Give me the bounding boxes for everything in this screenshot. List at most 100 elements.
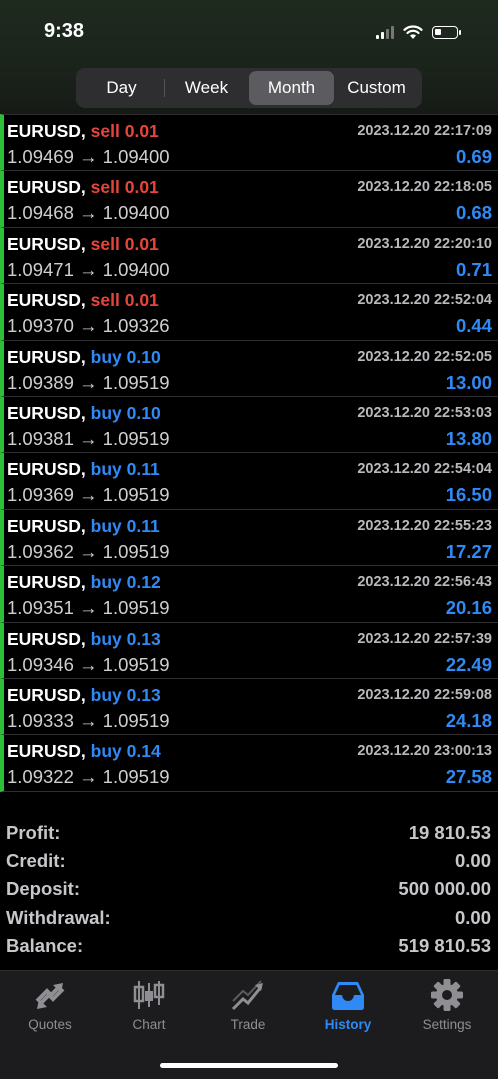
status-icons	[376, 22, 461, 42]
deal-profit: 0.71	[455, 258, 492, 280]
deal-symbol-line: EURUSD, buy 0.12	[7, 572, 161, 593]
deal-prices: 1.09471 → 1.09400	[7, 258, 170, 280]
deal-profit: 0.68	[455, 202, 492, 224]
deal-row[interactable]: EURUSD, sell 0.01 2023.12.20 22:18:05 1.09…	[0, 171, 498, 228]
tab-quotes-label: Quotes	[28, 1017, 72, 1032]
deal-volume: 0.12	[126, 572, 161, 593]
summary-deposit-value: 500 000.00	[398, 878, 491, 900]
deal-profit: 13.00	[445, 371, 492, 393]
deal-direction: sell	[90, 290, 120, 311]
deal-profit: 13.80	[445, 427, 492, 449]
period-tab-week[interactable]: Week	[164, 71, 249, 105]
deal-prices: 1.09333 → 1.09519	[7, 709, 170, 731]
tab-chart-label: Chart	[132, 1017, 166, 1032]
tab-trade-label: Trade	[230, 1017, 266, 1032]
summary-credit-value: 0.00	[454, 850, 491, 872]
summary-withdrawal-value: 0.00	[454, 906, 491, 928]
deal-time: 2023.12.20 22:55:23	[357, 517, 492, 534]
trade-icon	[231, 980, 263, 1011]
deal-direction: sell	[90, 177, 120, 198]
deal-row[interactable]: EURUSD, buy 0.13 2023.12.20 22:57:39 1.093…	[0, 622, 498, 679]
deal-profit: 20.16	[445, 597, 492, 619]
deal-row[interactable]: EURUSD, sell 0.01 2023.12.20 22:17:09 1.09…	[0, 115, 498, 172]
deal-volume: 0.01	[124, 290, 159, 311]
deal-direction: buy	[90, 346, 122, 367]
summary-credit-row: Credit: 0.00	[0, 846, 498, 874]
deal-volume: 0.13	[126, 628, 161, 649]
deal-symbol-line: EURUSD, buy 0.13	[7, 629, 161, 650]
deal-row[interactable]: EURUSD, buy 0.11 2023.12.20 22:55:23 1.093…	[0, 509, 498, 567]
deal-row[interactable]: EURUSD, buy 0.14 2023.12.20 23:00:13 1.093…	[0, 735, 498, 792]
deal-profit: 17.27	[445, 540, 492, 562]
summary-profit-row: Profit: 19 810.53	[0, 818, 498, 846]
deal-symbol: EURUSD,	[7, 346, 86, 367]
quotes-icon	[35, 983, 65, 1009]
deal-prices: 1.09381 → 1.09519	[7, 427, 170, 449]
deal-symbol: EURUSD,	[7, 684, 86, 705]
deal-row[interactable]: EURUSD, buy 0.10 2023.12.20 22:53:03 1.093…	[0, 396, 498, 454]
chart-icon	[133, 981, 165, 1009]
deal-time: 2023.12.20 22:18:05	[357, 179, 492, 196]
deal-prices: 1.09389 → 1.09519	[7, 371, 170, 393]
deal-row[interactable]: EURUSD, buy 0.10 2023.12.20 22:52:05 1.093…	[0, 340, 498, 397]
deal-symbol: EURUSD,	[7, 290, 86, 311]
deal-row[interactable]: EURUSD, buy 0.12 2023.12.20 22:56:43 1.093…	[0, 566, 498, 623]
history-icon	[332, 982, 364, 1010]
deal-time: 2023.12.20 22:17:09	[357, 123, 492, 139]
period-tab-day[interactable]: Day	[79, 71, 164, 105]
tab-history[interactable]: History	[298, 979, 398, 1041]
summary-panel: Profit: 19 810.53 Credit: 0.00 Deposit: …	[0, 818, 498, 970]
deal-symbol: EURUSD,	[7, 233, 86, 254]
period-tab-custom[interactable]: Custom	[334, 71, 419, 105]
deal-direction: buy	[90, 684, 122, 705]
deal-profit: 22.49	[445, 653, 492, 675]
summary-credit-label: Credit:	[6, 850, 66, 872]
deal-row[interactable]: EURUSD, buy 0.11 2023.12.20 22:54:04 1.093…	[0, 453, 498, 510]
deal-symbol: EURUSD,	[7, 572, 86, 593]
tab-settings-label: Settings	[422, 1017, 472, 1032]
deal-volume: 0.11	[126, 515, 160, 536]
deal-profit: 24.18	[445, 709, 492, 731]
deal-direction: sell	[90, 233, 120, 254]
summary-withdrawal-row: Withdrawal: 0.00	[0, 903, 498, 931]
deal-volume: 0.11	[126, 459, 160, 480]
deal-symbol-line: EURUSD, buy 0.11	[7, 459, 160, 480]
summary-profit-value: 19 810.53	[408, 822, 491, 843]
deal-profit: 0.69	[455, 146, 492, 167]
deal-prices: 1.09346 → 1.09519	[7, 653, 170, 675]
deal-direction: sell	[90, 121, 120, 141]
tab-quotes[interactable]: Quotes	[0, 979, 100, 1041]
tab-trade[interactable]: Trade	[198, 979, 298, 1041]
deal-symbol-line: EURUSD, buy 0.10	[7, 403, 161, 424]
deal-volume: 0.10	[126, 346, 161, 367]
period-tab-month[interactable]: Month	[249, 71, 334, 105]
tab-history-label: History	[324, 1017, 372, 1032]
deal-row[interactable]: EURUSD, buy 0.13 2023.12.20 22:59:08 1.093…	[0, 678, 498, 736]
deal-time: 2023.12.20 22:53:03	[357, 404, 492, 421]
deal-volume: 0.14	[126, 741, 161, 762]
wifi-icon	[403, 24, 423, 39]
deals-list[interactable]: 1.09488 → 1.094000.88EURUSD, sell 0.0120…	[0, 114, 498, 818]
deal-volume: 0.10	[126, 402, 161, 423]
deal-volume: 0.01	[124, 177, 159, 198]
deal-row[interactable]: EURUSD, sell 0.01 2023.12.20 22:20:10 1.09…	[0, 227, 498, 285]
deal-symbol-line: EURUSD, buy 0.14	[7, 741, 161, 762]
deal-symbol-line: EURUSD, sell 0.01	[7, 177, 159, 198]
history-header: Day Week Month Custom	[0, 64, 498, 114]
deal-symbol: EURUSD,	[7, 402, 86, 423]
deal-prices: 1.09322 → 1.09519	[7, 766, 170, 788]
deal-prices: 1.09468 → 1.09400	[7, 202, 170, 224]
deal-time: 2023.12.20 22:52:05	[357, 348, 492, 365]
deal-direction: buy	[90, 515, 122, 536]
deal-symbol: EURUSD,	[7, 628, 86, 649]
status-bar: 9:38	[0, 0, 498, 64]
deal-prices: 1.09351 → 1.09519	[7, 597, 170, 619]
summary-balance-row: Balance: 519 810.53	[0, 931, 498, 959]
home-indicator	[160, 1063, 338, 1068]
deal-time: 2023.12.20 22:56:43	[357, 574, 492, 591]
deal-symbol: EURUSD,	[7, 121, 86, 141]
deal-row[interactable]: EURUSD, sell 0.01 2023.12.20 22:52:04 1.09…	[0, 284, 498, 341]
deal-profit: 27.58	[445, 766, 492, 788]
tab-settings[interactable]: Settings	[397, 979, 497, 1041]
tab-chart[interactable]: Chart	[99, 979, 199, 1041]
